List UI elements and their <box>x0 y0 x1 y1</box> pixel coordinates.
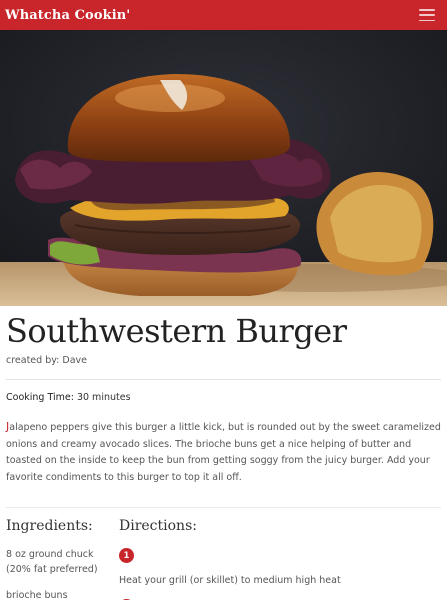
ingredient-item: brioche buns <box>6 590 68 600</box>
navbar: Whatcha Cookin' <box>0 0 447 30</box>
recipe-content: Southwestern Burger created by: Dave Coo… <box>0 306 447 600</box>
directions-section: Directions: 1 Heat your grill (or skille… <box>119 518 441 600</box>
description-text: alapeno peppers give this burger a littl… <box>6 422 441 483</box>
hero-image <box>0 30 447 306</box>
ingredients-section: Ingredients: 8 oz ground chuck (20% fat … <box>6 518 119 600</box>
recipe-description: Jalapeno peppers give this burger a litt… <box>6 419 441 486</box>
ingredient-item: 8 oz ground chuck (20% fat preferred) <box>6 549 98 575</box>
recipe-title: Southwestern Burger <box>6 312 347 350</box>
cooking-time-value: 30 minutes <box>76 392 131 403</box>
brand-logo[interactable]: Whatcha Cookin' <box>5 8 130 23</box>
hamburger-menu-icon[interactable] <box>419 9 435 21</box>
step-text: Heat your grill (or skillet) to medium h… <box>119 575 341 586</box>
cooking-time: Cooking Time: 30 minutes <box>6 392 441 403</box>
divider <box>6 379 441 380</box>
ingredients-heading: Ingredients: <box>6 518 93 534</box>
cooking-time-label: Cooking Time: <box>6 392 74 403</box>
step-number-badge: 1 <box>119 548 134 563</box>
directions-heading: Directions: <box>119 518 197 534</box>
recipe-author: created by: Dave <box>6 355 87 366</box>
recipe-columns: Ingredients: 8 oz ground chuck (20% fat … <box>6 518 441 600</box>
divider <box>6 507 441 508</box>
